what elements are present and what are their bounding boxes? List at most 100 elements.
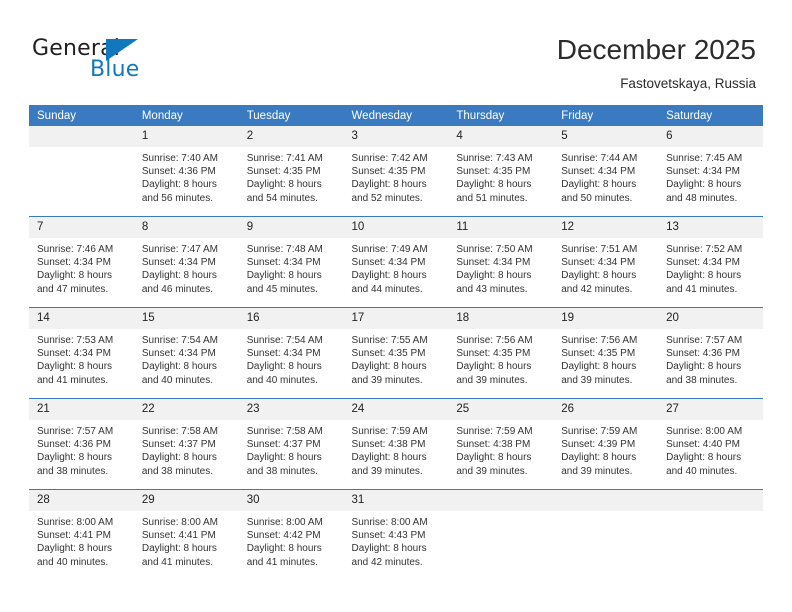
daylight-duration-line2: and 38 minutes. <box>141 465 214 477</box>
calendar-day-cell[interactable]: 5 Sunrise: 7:44 AM Sunset: 4:34 PM Daylight… <box>553 126 659 217</box>
daylight-duration-line1: Daylight: 8 hours <box>351 452 427 464</box>
sunrise-time: Sunrise: 7:56 AM <box>456 335 533 346</box>
calendar-cell-empty <box>448 489 554 580</box>
calendar-day-cell[interactable]: 8 Sunrise: 7:47 AM Sunset: 4:34 PM Daylight… <box>133 216 239 308</box>
daylight-duration-line1: Daylight: 8 hours <box>456 179 532 191</box>
day-number: 30 <box>238 490 344 511</box>
calendar-cell-empty <box>29 126 134 217</box>
day-number: 15 <box>133 308 239 329</box>
calendar-day-cell[interactable]: 16 Sunrise: 7:54 AM Sunset: 4:34 PM Dayligh… <box>238 307 344 399</box>
day-sun-info: Sunrise: 7:49 AM Sunset: 4:34 PM Daylight:… <box>344 238 449 296</box>
sunrise-time: Sunrise: 7:59 AM <box>456 426 533 437</box>
day-number: 8 <box>133 217 239 238</box>
daylight-duration-line2: and 40 minutes. <box>666 465 738 477</box>
sunset-time: Sunset: 4:41 PM <box>37 530 111 542</box>
calendar-day-cell[interactable]: 20 Sunrise: 7:57 AM Sunset: 4:36 PM Dayligh… <box>658 307 763 399</box>
calendar-day-cell[interactable]: 17 Sunrise: 7:55 AM Sunset: 4:35 PM Dayligh… <box>343 307 449 399</box>
weekday-header-sunday: Sunday <box>29 105 134 126</box>
calendar-day-cell[interactable]: 22 Sunrise: 7:58 AM Sunset: 4:37 PM Dayligh… <box>133 398 239 490</box>
daylight-duration-line1: Daylight: 8 hours <box>141 361 217 373</box>
calendar-day-cell[interactable]: 4 Sunrise: 7:43 AM Sunset: 4:35 PM Daylight… <box>448 126 554 217</box>
sunset-time: Sunset: 4:36 PM <box>37 439 111 451</box>
daylight-duration-line2: and 56 minutes. <box>141 192 214 204</box>
sunrise-time: Sunrise: 7:44 AM <box>561 153 638 164</box>
day-sun-info: Sunrise: 7:55 AM Sunset: 4:35 PM Daylight:… <box>344 329 449 387</box>
calendar-day-cell[interactable]: 15 Sunrise: 7:54 AM Sunset: 4:34 PM Dayligh… <box>133 307 239 399</box>
sunrise-time: Sunrise: 7:49 AM <box>351 244 428 255</box>
calendar-day-cell[interactable]: 26 Sunrise: 7:59 AM Sunset: 4:39 PM Dayligh… <box>553 398 659 490</box>
day-sun-info: Sunrise: 7:51 AM Sunset: 4:34 PM Daylight:… <box>553 238 658 296</box>
calendar-day-cell[interactable]: 21 Sunrise: 7:57 AM Sunset: 4:36 PM Dayligh… <box>29 398 134 490</box>
sunset-time: Sunset: 4:35 PM <box>456 348 531 360</box>
sunset-time: Sunset: 4:34 PM <box>246 348 321 360</box>
calendar-day-cell[interactable]: 3 Sunrise: 7:42 AM Sunset: 4:35 PM Daylight… <box>343 126 449 217</box>
daylight-duration-line2: and 40 minutes. <box>141 374 214 386</box>
daylight-duration-line1: Daylight: 8 hours <box>37 361 113 373</box>
sunset-time: Sunset: 4:36 PM <box>141 166 216 178</box>
day-number: 17 <box>343 308 449 329</box>
day-number <box>448 490 554 511</box>
calendar-day-cell[interactable]: 13 Sunrise: 7:52 AM Sunset: 4:34 PM Dayligh… <box>658 216 763 308</box>
calendar-day-cell[interactable]: 2 Sunrise: 7:41 AM Sunset: 4:35 PM Daylight… <box>238 126 344 217</box>
sunrise-time: Sunrise: 7:57 AM <box>37 426 114 437</box>
day-number: 26 <box>553 399 659 420</box>
daylight-duration-line2: and 41 minutes. <box>246 556 318 568</box>
sunset-time: Sunset: 4:34 PM <box>666 166 740 178</box>
daylight-duration-line2: and 42 minutes. <box>351 556 423 568</box>
day-number: 9 <box>238 217 344 238</box>
daylight-duration-line2: and 39 minutes. <box>561 465 633 477</box>
calendar-cell-empty <box>658 489 763 580</box>
calendar-day-cell[interactable]: 7 Sunrise: 7:46 AM Sunset: 4:34 PM Daylight… <box>29 216 134 308</box>
sunset-time: Sunset: 4:39 PM <box>561 439 636 451</box>
day-sun-info: Sunrise: 7:48 AM Sunset: 4:34 PM Daylight:… <box>239 238 344 296</box>
daylight-duration-line1: Daylight: 8 hours <box>141 452 217 464</box>
sunrise-time: Sunrise: 7:51 AM <box>561 244 638 255</box>
daylight-duration-line2: and 38 minutes. <box>246 465 318 477</box>
day-number <box>29 126 134 147</box>
day-sun-info: Sunrise: 7:42 AM Sunset: 4:35 PM Daylight:… <box>344 147 449 205</box>
sunset-time: Sunset: 4:35 PM <box>351 166 426 178</box>
calendar-day-cell[interactable]: 30 Sunrise: 8:00 AM Sunset: 4:42 PM Dayligh… <box>238 489 344 580</box>
day-number: 20 <box>658 308 763 329</box>
sunset-time: Sunset: 4:43 PM <box>351 530 426 542</box>
sunset-time: Sunset: 4:34 PM <box>246 257 321 269</box>
day-sun-info: Sunrise: 8:00 AM Sunset: 4:41 PM Daylight:… <box>134 511 239 569</box>
sunset-time: Sunset: 4:36 PM <box>666 348 740 360</box>
day-sun-info: Sunrise: 7:53 AM Sunset: 4:34 PM Daylight:… <box>29 329 134 387</box>
calendar-day-cell[interactable]: 19 Sunrise: 7:56 AM Sunset: 4:35 PM Dayligh… <box>553 307 659 399</box>
sunrise-time: Sunrise: 7:47 AM <box>141 244 218 255</box>
daylight-duration-line1: Daylight: 8 hours <box>351 270 427 282</box>
calendar-day-cell[interactable]: 10 Sunrise: 7:49 AM Sunset: 4:34 PM Dayligh… <box>343 216 449 308</box>
daylight-duration-line2: and 40 minutes. <box>37 556 109 568</box>
general-blue-logo[interactable]: General Blue <box>32 36 212 88</box>
sunrise-time: Sunrise: 7:45 AM <box>666 153 743 164</box>
calendar-day-cell[interactable]: 25 Sunrise: 7:59 AM Sunset: 4:38 PM Dayligh… <box>448 398 554 490</box>
day-number: 31 <box>343 490 449 511</box>
day-number: 23 <box>238 399 344 420</box>
sunset-time: Sunset: 4:34 PM <box>561 257 636 269</box>
calendar-day-cell[interactable]: 1 Sunrise: 7:40 AM Sunset: 4:36 PM Daylight… <box>133 126 239 217</box>
weekday-header-thursday: Thursday <box>448 105 554 126</box>
sunset-time: Sunset: 4:38 PM <box>351 439 426 451</box>
day-sun-info: Sunrise: 7:52 AM Sunset: 4:34 PM Daylight:… <box>658 238 763 296</box>
calendar-day-cell[interactable]: 6 Sunrise: 7:45 AM Sunset: 4:34 PM Daylight… <box>658 126 763 217</box>
calendar-day-cell[interactable]: 24 Sunrise: 7:59 AM Sunset: 4:38 PM Dayligh… <box>343 398 449 490</box>
day-sun-info: Sunrise: 7:45 AM Sunset: 4:34 PM Daylight:… <box>658 147 763 205</box>
day-sun-info: Sunrise: 7:41 AM Sunset: 4:35 PM Daylight:… <box>239 147 344 205</box>
calendar-day-cell[interactable]: 31 Sunrise: 8:00 AM Sunset: 4:43 PM Dayligh… <box>343 489 449 580</box>
calendar-week-row: 14 Sunrise: 7:53 AM Sunset: 4:34 PM Dayligh… <box>29 307 763 399</box>
calendar-day-cell[interactable]: 23 Sunrise: 7:58 AM Sunset: 4:37 PM Dayligh… <box>238 398 344 490</box>
calendar-day-cell[interactable]: 11 Sunrise: 7:50 AM Sunset: 4:34 PM Dayligh… <box>448 216 554 308</box>
calendar-day-cell[interactable]: 18 Sunrise: 7:56 AM Sunset: 4:35 PM Dayligh… <box>448 307 554 399</box>
day-sun-info: Sunrise: 7:40 AM Sunset: 4:36 PM Daylight:… <box>134 147 239 205</box>
calendar-day-cell[interactable]: 27 Sunrise: 8:00 AM Sunset: 4:40 PM Dayligh… <box>658 398 763 490</box>
calendar-day-cell[interactable]: 28 Sunrise: 8:00 AM Sunset: 4:41 PM Dayligh… <box>29 489 134 580</box>
calendar-day-cell[interactable]: 14 Sunrise: 7:53 AM Sunset: 4:34 PM Dayligh… <box>29 307 134 399</box>
daylight-duration-line2: and 43 minutes. <box>456 283 528 295</box>
calendar-day-cell[interactable]: 9 Sunrise: 7:48 AM Sunset: 4:34 PM Daylight… <box>238 216 344 308</box>
calendar-day-cell[interactable]: 29 Sunrise: 8:00 AM Sunset: 4:41 PM Dayligh… <box>133 489 239 580</box>
calendar-cell-empty <box>553 489 659 580</box>
sunrise-time: Sunrise: 7:48 AM <box>246 244 323 255</box>
day-sun-info: Sunrise: 7:59 AM Sunset: 4:39 PM Daylight:… <box>553 420 658 478</box>
calendar-day-cell[interactable]: 12 Sunrise: 7:51 AM Sunset: 4:34 PM Dayligh… <box>553 216 659 308</box>
